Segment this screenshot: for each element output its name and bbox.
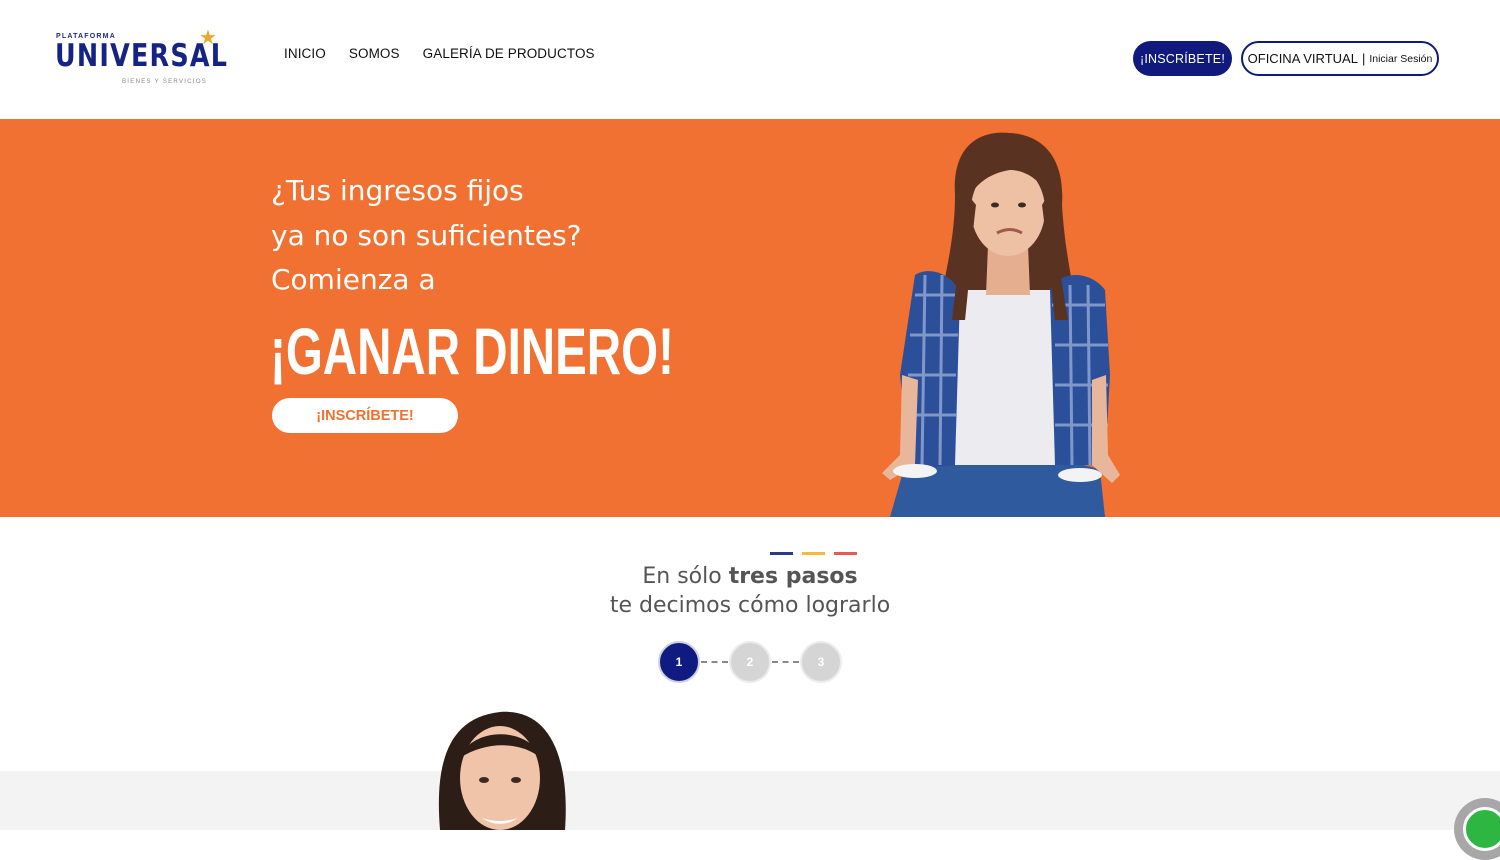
virtual-office-login-button[interactable]: OFICINA VIRTUAL | Iniciar Sesión [1241, 41, 1439, 76]
logo-tagline: BIENES Y SERVICIOS [122, 79, 208, 85]
steps-title: En sólo tres pasos [0, 564, 1500, 589]
step-connector [701, 661, 728, 663]
site-header: PLATAFORMA UNIVERSAL ★ BIENES Y SERVICIO… [0, 0, 1500, 119]
hero-line-2: ya no son suficientes? [271, 219, 582, 252]
woman-empty-pockets-image [882, 132, 1120, 517]
nav-item-galeria[interactable]: GALERÍA DE PRODUCTOS [423, 46, 595, 61]
office-label: OFICINA VIRTUAL [1247, 51, 1358, 66]
steps-subtitle: te decimos cómo lograrlo [609, 593, 891, 618]
nav-item-somos[interactable]: SOMOS [349, 46, 400, 61]
hero-signup-button[interactable]: ¡INSCRÍBETE! [272, 398, 458, 433]
accent-bar-yellow [802, 552, 825, 555]
accent-bar-blue [770, 552, 793, 555]
login-label: Iniciar Sesión [1369, 52, 1433, 65]
next-section-band [0, 771, 1500, 830]
hero-banner: ¿Tus ingresos fijos ya no son suficiente… [0, 119, 1500, 517]
whatsapp-icon [1463, 807, 1500, 851]
hero-line-3: Comienza a [271, 263, 436, 296]
office-separator: | [1361, 51, 1366, 66]
main-nav: INICIO SOMOS GALERÍA DE PRODUCTOS [284, 46, 595, 61]
accent-bar-red [834, 552, 857, 555]
hero-headline: ¡GANAR DINERO! [270, 314, 674, 388]
smiling-woman-image [438, 711, 566, 830]
section-accent-bars [770, 552, 857, 555]
step-2-button[interactable]: 2 [729, 641, 771, 683]
step-1-button[interactable]: 1 [658, 641, 700, 683]
nav-item-inicio[interactable]: INICIO [284, 46, 326, 61]
brand-logo[interactable]: PLATAFORMA UNIVERSAL ★ BIENES Y SERVICIO… [55, 27, 227, 88]
steps-indicator: 1 2 3 [658, 641, 844, 683]
steps-title-bold: tres pasos [728, 564, 858, 589]
step-3-button[interactable]: 3 [800, 641, 842, 683]
steps-title-prefix: En sólo [642, 564, 729, 589]
star-icon: ★ [199, 27, 217, 49]
hero-line-1: ¿Tus ingresos fijos [271, 174, 524, 207]
step-connector [772, 661, 799, 663]
signup-button[interactable]: ¡INSCRÍBETE! [1133, 41, 1232, 76]
